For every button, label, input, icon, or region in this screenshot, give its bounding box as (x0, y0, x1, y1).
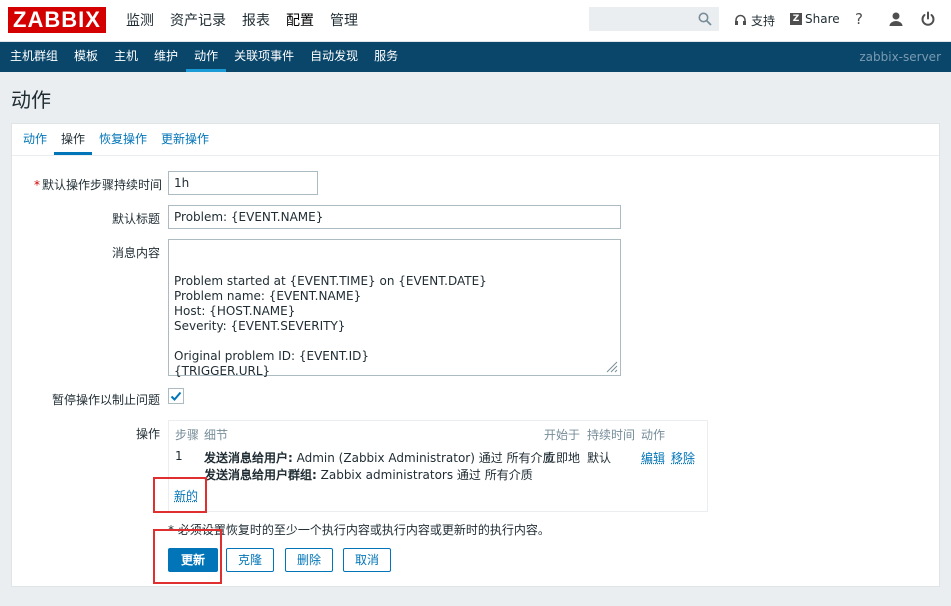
recovery-note: * 必须设置恢复时的至少一个执行内容或执行内容或更新时的执行内容。 (168, 523, 550, 537)
support-label: 支持 (751, 14, 776, 28)
operations-table: 步骤 细节 开始于 持续时间 动作 1 发送消息给用户: Admin (Zabb… (168, 420, 708, 512)
col-start-in: 开始于 (544, 428, 581, 442)
submenu-actions[interactable]: 动作 (186, 42, 227, 72)
page-title: 动作 (11, 88, 51, 112)
op-edit-link[interactable]: 编辑 (641, 449, 665, 466)
op-detail-users: 发送消息给用户: Admin (Zabbix Administrator) 通过… (204, 449, 555, 466)
tab-update-operations[interactable]: 更新操作 (154, 124, 216, 155)
op-duration: 默认 (587, 451, 612, 465)
sub-menu-bar: 主机群组 模板 主机 维护 动作 关联项事件 自动发现 服务 zabbix-se… (0, 42, 951, 72)
duration-input[interactable]: 1h (168, 171, 318, 195)
col-action: 动作 (641, 428, 666, 442)
highlight-box-new (153, 477, 207, 513)
op-detail-users-bold: 发送消息给用户: (204, 451, 293, 465)
main-menu: 监测 资产记录 报表 配置 管理 (118, 0, 366, 42)
headset-icon (735, 14, 746, 25)
col-step: 步骤 (175, 428, 200, 442)
submenu-templates[interactable]: 模板 (66, 42, 106, 72)
duration-label-text: 默认操作步骤持续时间 (41, 178, 162, 192)
pause-label: 暂停操作以制止问题 (51, 393, 160, 407)
clone-button[interactable]: 克隆 (226, 548, 274, 572)
highlight-box-update (153, 529, 222, 584)
submenu-maintenance[interactable]: 维护 (146, 42, 186, 72)
operations-label: 操作 (135, 427, 160, 441)
pause-checkbox[interactable] (168, 388, 184, 404)
op-start-in: 立即地 (544, 451, 581, 465)
duration-label: * 默认操作步骤持续时间 (12, 176, 162, 193)
submenu-event-correlation[interactable]: 关联项事件 (226, 42, 302, 72)
search-icon[interactable] (698, 12, 712, 26)
submenu-hosts[interactable]: 主机 (106, 42, 146, 72)
menu-reports[interactable]: 报表 (234, 0, 278, 42)
col-duration: 持续时间 (587, 428, 636, 442)
submenu-discovery[interactable]: 自动发现 (302, 42, 366, 72)
menu-administration[interactable]: 管理 (322, 0, 366, 42)
col-details: 细节 (204, 428, 229, 442)
op-step: 1 (175, 449, 183, 463)
op-detail-groups-text: Zabbix administrators 通过 所有介质 (316, 468, 533, 482)
op-detail-groups: 发送消息给用户群组: Zabbix administrators 通过 所有介质 (204, 466, 533, 483)
subject-input[interactable]: Problem: {EVENT.NAME} (168, 205, 621, 229)
menu-configuration[interactable]: 配置 (278, 0, 322, 42)
menu-monitoring[interactable]: 监测 (118, 0, 162, 42)
delete-button[interactable]: 删除 (285, 548, 333, 572)
sub-menu: 主机群组 模板 主机 维护 动作 关联项事件 自动发现 服务 (2, 42, 406, 72)
checkmark-icon (170, 391, 182, 401)
zabbix-logo[interactable]: ZABBIX (8, 7, 106, 33)
message-label: 消息内容 (111, 246, 160, 260)
server-name: zabbix-server (859, 50, 941, 64)
op-detail-groups-bold: 发送消息给用户群组: (204, 468, 317, 482)
subject-label: 默认标题 (111, 212, 160, 226)
menu-inventory[interactable]: 资产记录 (162, 0, 234, 42)
tab-recovery-operations[interactable]: 恢复操作 (92, 124, 154, 155)
share-label: Share (805, 12, 840, 26)
message-textarea[interactable]: Problem started at {EVENT.TIME} on {EVEN… (168, 239, 621, 378)
cancel-button[interactable]: 取消 (343, 548, 391, 572)
message-text: Problem started at {EVENT.TIME} on {EVEN… (174, 274, 487, 378)
required-star: * (33, 178, 40, 192)
op-detail-users-text: Admin (Zabbix Administrator) 通过 所有介质 (292, 451, 555, 465)
support-link[interactable]: 支持 (734, 12, 775, 29)
share-link[interactable]: Z Share (790, 12, 840, 26)
submenu-services[interactable]: 服务 (366, 42, 406, 72)
submenu-host-groups[interactable]: 主机群组 (2, 42, 66, 72)
logout-icon[interactable] (920, 11, 936, 27)
resize-handle-icon[interactable] (604, 359, 618, 373)
share-z-icon: Z (790, 13, 802, 25)
tab-action[interactable]: 动作 (16, 124, 54, 155)
help-icon[interactable]: ? (855, 10, 863, 28)
tab-operations[interactable]: 操作 (54, 124, 93, 155)
user-profile-icon[interactable] (888, 11, 904, 27)
top-header: ZABBIX 监测 资产记录 报表 配置 管理 支持 Z Share ? (0, 0, 951, 42)
search-input[interactable] (589, 7, 719, 31)
action-form-panel: 动作 操作 恢复操作 更新操作 * 默认操作步骤持续时间 1h 默认标题 Prob… (11, 123, 940, 587)
op-remove-link[interactable]: 移除 (671, 449, 695, 466)
form-tabs: 动作 操作 恢复操作 更新操作 (12, 124, 939, 156)
